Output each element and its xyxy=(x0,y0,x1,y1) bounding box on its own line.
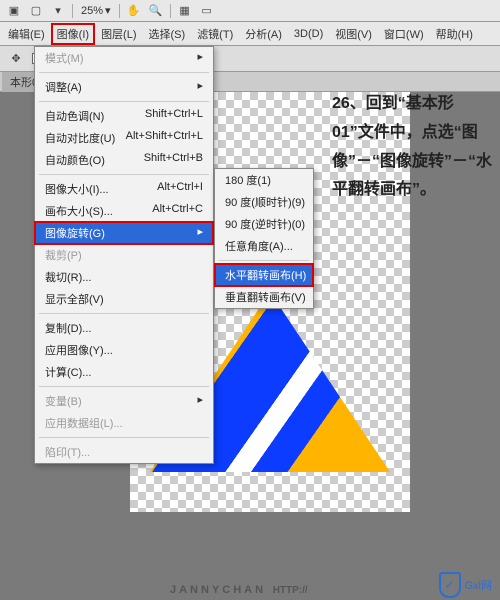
menu-trap[interactable]: 陷印(T)... xyxy=(35,441,213,463)
annotation-text: 26、回到“基本形01”文件中，点选“图像”－“图像旋转”－“水平翻转画布”。 xyxy=(332,90,492,205)
menu-layer[interactable]: 图层(L) xyxy=(95,23,142,45)
menu-image-rotation[interactable]: 图像旋转(G)▸ xyxy=(35,222,213,244)
separator xyxy=(39,313,209,314)
separator xyxy=(219,260,309,261)
rotate-arbitrary[interactable]: 任意角度(A)... xyxy=(215,235,313,257)
menu-canvas-size[interactable]: 画布大小(S)...Alt+Ctrl+C xyxy=(35,200,213,222)
zoom-icon[interactable]: 🔍 xyxy=(146,2,166,20)
divider xyxy=(72,4,73,18)
arrange-icon[interactable]: ▦ xyxy=(175,2,195,20)
menu-window[interactable]: 窗口(W) xyxy=(378,23,430,45)
shield-icon: ✓ xyxy=(439,572,461,598)
menu-apply-dataset[interactable]: 应用数据组(L)... xyxy=(35,412,213,434)
watermark: JANNYCHAN HTTP:// xyxy=(170,581,308,596)
menu-mode[interactable]: 模式(M)▸ xyxy=(35,47,213,69)
separator xyxy=(39,386,209,387)
image-menu-dropdown: 模式(M)▸ 调整(A)▸ 自动色调(N)Shift+Ctrl+L 自动对比度(… xyxy=(34,46,214,464)
menu-select[interactable]: 选择(S) xyxy=(143,23,192,45)
rotate-180[interactable]: 180 度(1) xyxy=(215,169,313,191)
dropdown-icon[interactable]: ▾ xyxy=(48,2,68,20)
move-tool-icon[interactable]: ✥ xyxy=(6,50,26,68)
separator xyxy=(39,72,209,73)
collapse-icon[interactable]: ▣ xyxy=(4,2,24,20)
menu-auto-color[interactable]: 自动颜色(O)Shift+Ctrl+B xyxy=(35,149,213,171)
menu-3d[interactable]: 3D(D) xyxy=(288,25,329,43)
screen-icon[interactable]: ▭ xyxy=(197,2,217,20)
rotation-submenu: 180 度(1) 90 度(顺时针)(9) 90 度(逆时针)(0) 任意角度(… xyxy=(214,168,314,309)
separator xyxy=(39,174,209,175)
menu-duplicate[interactable]: 复制(D)... xyxy=(35,317,213,339)
menu-variables[interactable]: 变量(B)▸ xyxy=(35,390,213,412)
rotate-90-ccw[interactable]: 90 度(逆时针)(0) xyxy=(215,213,313,235)
menu-calculations[interactable]: 计算(C)... xyxy=(35,361,213,383)
divider xyxy=(119,4,120,18)
menu-adjustments[interactable]: 调整(A)▸ xyxy=(35,76,213,98)
menu-filter[interactable]: 滤镜(T) xyxy=(191,23,239,45)
menu-auto-contrast[interactable]: 自动对比度(U)Alt+Shift+Ctrl+L xyxy=(35,127,213,149)
separator xyxy=(39,437,209,438)
menu-auto-tone[interactable]: 自动色调(N)Shift+Ctrl+L xyxy=(35,105,213,127)
menu-image-size[interactable]: 图像大小(I)...Alt+Ctrl+I xyxy=(35,178,213,200)
logo-text: Gxl网 xyxy=(465,577,493,593)
menu-crop[interactable]: 裁剪(P) xyxy=(35,244,213,266)
doc-icon[interactable]: ▢ xyxy=(26,2,46,20)
flip-vertical[interactable]: 垂直翻转画布(V) xyxy=(215,286,313,308)
divider xyxy=(170,4,171,18)
rotate-90-cw[interactable]: 90 度(顺时针)(9) xyxy=(215,191,313,213)
menu-analysis[interactable]: 分析(A) xyxy=(239,23,288,45)
zoom-indicator[interactable]: 25% ▾ xyxy=(77,4,115,17)
menubar: 编辑(E) 图像(I) 图层(L) 选择(S) 滤镜(T) 分析(A) 3D(D… xyxy=(0,22,500,46)
icon-toolbar: ▣ ▢ ▾ 25% ▾ ✋ 🔍 ▦ ▭ xyxy=(0,0,500,22)
menu-view[interactable]: 视图(V) xyxy=(329,23,378,45)
hand-icon[interactable]: ✋ xyxy=(124,2,144,20)
menu-help[interactable]: 帮助(H) xyxy=(430,23,479,45)
separator xyxy=(39,101,209,102)
site-logo: ✓ Gxl网 xyxy=(439,572,493,598)
menu-edit[interactable]: 编辑(E) xyxy=(2,23,51,45)
menu-reveal-all[interactable]: 显示全部(V) xyxy=(35,288,213,310)
menu-apply-image[interactable]: 应用图像(Y)... xyxy=(35,339,213,361)
menu-image[interactable]: 图像(I) xyxy=(51,23,95,45)
flip-horizontal[interactable]: 水平翻转画布(H) xyxy=(215,264,313,286)
menu-trim[interactable]: 裁切(R)... xyxy=(35,266,213,288)
